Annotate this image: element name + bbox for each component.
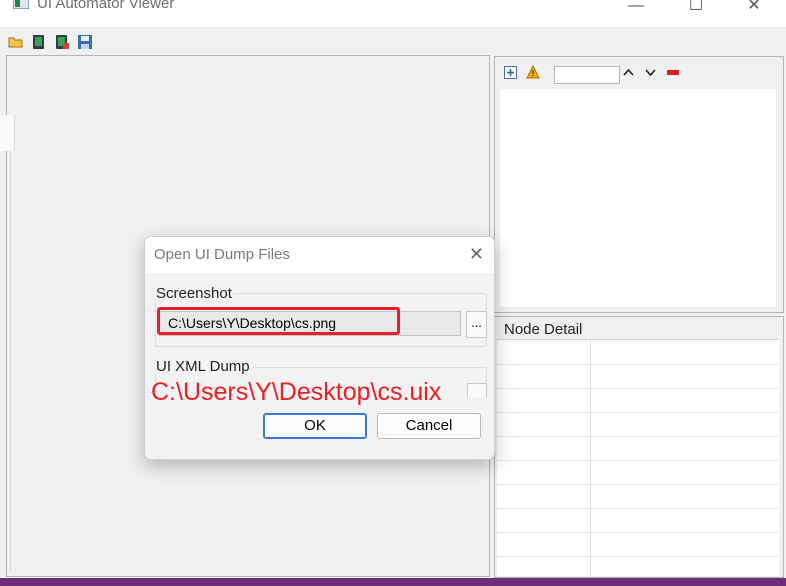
table-row[interactable]	[497, 532, 779, 557]
dialog-title: Open UI Dump Files	[154, 246, 290, 263]
background-window-edge	[0, 115, 15, 151]
open-ui-dump-dialog: Open UI Dump Files ✕ Screenshot C:\Users…	[144, 236, 495, 460]
xml-path-annotation: C:\Users\Y\Desktop\cs.uix	[151, 378, 442, 406]
node-detail-table[interactable]	[497, 339, 779, 576]
minimize-button[interactable]: —	[614, 0, 658, 20]
save-icon[interactable]	[77, 34, 93, 50]
app-icon	[13, 0, 29, 9]
highlight-box	[157, 307, 400, 335]
clear-icon[interactable]	[667, 70, 679, 75]
table-row[interactable]	[497, 484, 779, 509]
open-folder-icon[interactable]	[8, 34, 24, 50]
table-row[interactable]	[497, 460, 779, 485]
up-arrow-icon[interactable]	[623, 68, 634, 77]
title-bar: UI Automator Viewer — ☐ ✕	[0, 0, 786, 27]
cancel-button[interactable]: Cancel	[377, 413, 481, 439]
search-input[interactable]	[554, 66, 620, 84]
screenshot-browse-button[interactable]: ...	[466, 311, 487, 338]
expand-all-icon[interactable]	[504, 66, 517, 79]
screenshot-group-label: Screenshot	[154, 285, 234, 302]
hierarchy-tree[interactable]	[500, 89, 776, 307]
device-screenshot-compressed-icon[interactable]	[54, 34, 70, 50]
hierarchy-panel	[494, 56, 784, 313]
table-row[interactable]	[497, 412, 779, 437]
table-row[interactable]	[497, 436, 779, 461]
ok-button[interactable]: OK	[263, 413, 367, 439]
close-button[interactable]: ✕	[732, 0, 776, 20]
table-row[interactable]	[497, 388, 779, 413]
dialog-close-icon[interactable]: ✕	[469, 244, 484, 265]
table-row[interactable]	[497, 340, 779, 365]
table-row[interactable]	[497, 508, 779, 533]
maximize-button[interactable]: ☐	[674, 0, 718, 20]
warning-icon[interactable]	[526, 65, 540, 79]
node-detail-title: Node Detail	[504, 321, 583, 338]
dialog-header: Open UI Dump Files ✕	[145, 237, 494, 273]
down-arrow-icon[interactable]	[645, 68, 656, 77]
xml-browse-button[interactable]	[467, 383, 487, 397]
window-title: UI Automator Viewer	[37, 0, 175, 12]
xml-dump-group-label: UI XML Dump	[154, 358, 252, 375]
column-divider	[590, 340, 591, 576]
device-screenshot-icon[interactable]	[31, 34, 47, 50]
node-detail-panel: Node Detail	[494, 316, 784, 578]
toolbar	[0, 28, 786, 54]
background-window-edge-lower	[0, 151, 11, 571]
table-row[interactable]	[497, 364, 779, 389]
